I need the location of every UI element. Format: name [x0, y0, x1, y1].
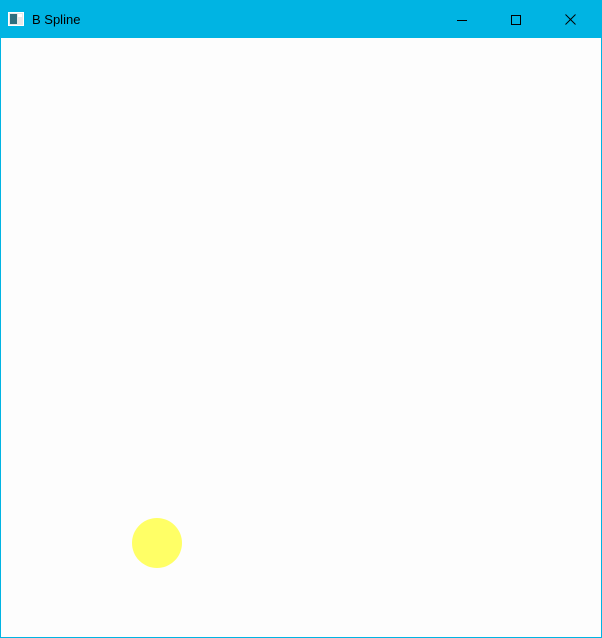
title-bar[interactable]: B Spline: [1, 1, 601, 38]
close-button[interactable]: [547, 1, 593, 38]
maximize-icon: [511, 14, 521, 25]
window-title: B Spline: [32, 12, 81, 27]
minimize-icon: [457, 15, 467, 25]
close-icon: [564, 14, 576, 25]
maximize-button[interactable]: [493, 1, 539, 38]
control-point[interactable]: [132, 518, 182, 568]
minimize-button[interactable]: [439, 1, 485, 38]
window-app-icon[interactable]: [8, 12, 24, 26]
drawing-canvas[interactable]: [1, 38, 601, 637]
app-window: B Spline: [0, 0, 602, 638]
